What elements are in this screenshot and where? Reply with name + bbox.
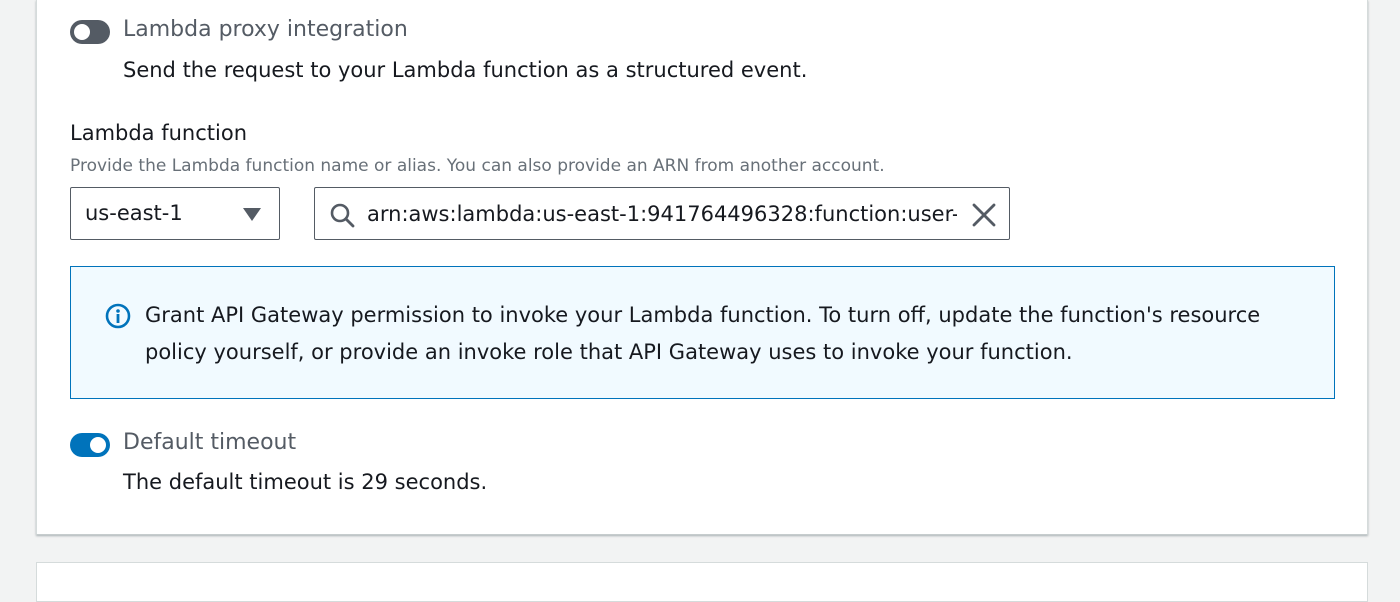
default-timeout-label: Default timeout [123,430,297,455]
search-icon [330,203,355,228]
lambda-proxy-integration-description: Send the request to your Lambda function… [123,58,808,82]
lambda-proxy-integration-label: Lambda proxy integration [123,17,408,42]
lambda-function-label: Lambda function [70,121,248,145]
region-select[interactable]: us-east-1 [70,187,280,240]
lambda-function-search [314,187,1010,240]
lambda-function-search-input[interactable] [367,196,957,232]
toggle-knob [90,437,106,453]
region-select-value: us-east-1 [85,201,183,225]
permission-info-alert: Grant API Gateway permission to invoke y… [70,266,1335,399]
toggle-knob [74,24,90,40]
default-timeout-description: The default timeout is 29 seconds. [123,470,488,494]
info-icon [105,303,131,329]
default-timeout-toggle[interactable] [70,433,110,457]
caret-down-icon [243,208,261,221]
next-panel [36,562,1368,602]
permission-info-text: Grant API Gateway permission to invoke y… [145,303,1261,364]
close-icon[interactable] [971,202,997,228]
lambda-proxy-integration-toggle[interactable] [70,20,110,44]
lambda-function-description: Provide the Lambda function name or alia… [70,156,885,176]
